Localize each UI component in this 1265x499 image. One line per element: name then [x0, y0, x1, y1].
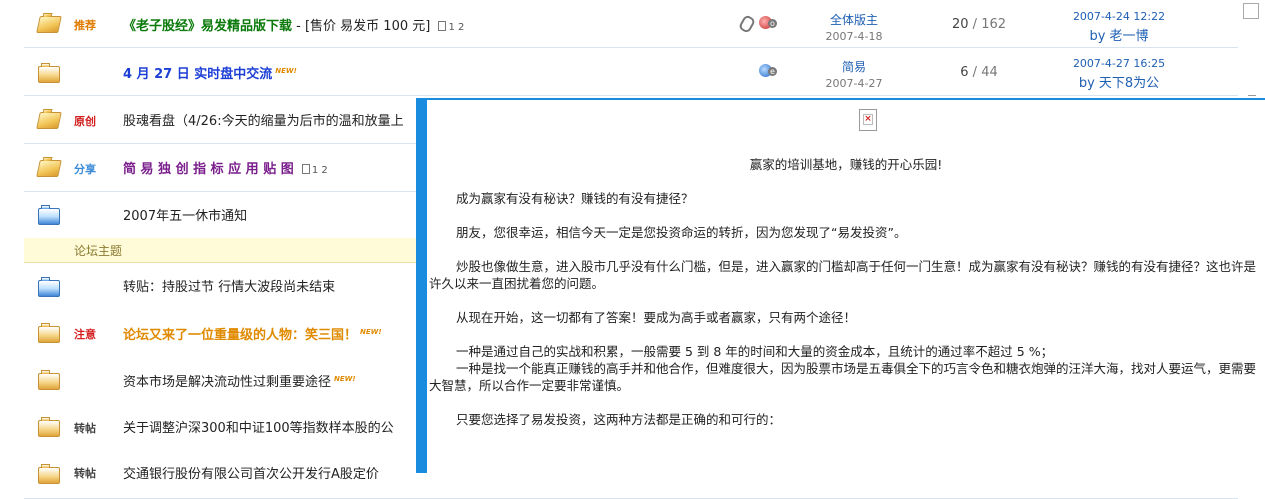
page-icon	[438, 21, 447, 31]
topic-badge: 分享	[74, 163, 96, 176]
topic-title[interactable]: 简 易 独 创 指 标 应 用 贴 图 1 2	[123, 158, 328, 177]
popup-text: 赢家的培训基地，赚钱的开心乐园! 成为赢家有没有秘诀？赚钱的有没有捷径？ 朋友，…	[429, 156, 1263, 445]
topic-title[interactable]: 关于调整沪深300和中证100等指数样本股的公	[123, 417, 394, 436]
topic-title[interactable]: 《老子股经》易发精品版下载 - [售价 易发币 100 元] 1 2	[123, 15, 464, 34]
popup-headline: 赢家的培训基地，赚钱的开心乐园!	[749, 157, 943, 172]
topic-badge: 注意	[74, 328, 96, 341]
page-links[interactable]: 1 2	[301, 164, 328, 176]
checkbox-icon[interactable]	[1243, 3, 1259, 19]
folder-icon	[38, 323, 60, 343]
topic-row[interactable]: 推荐 《老子股经》易发精品版下载 - [售价 易发币 100 元] 1 2 o …	[24, 0, 1238, 48]
hot-folder-icon	[36, 109, 62, 129]
topic-row[interactable]: 4 月 27 日 实时盘中交流 NEW! e 简易 2007-4-27 6 / 44…	[24, 48, 1238, 96]
dash-icon	[1248, 95, 1256, 96]
folder-icon	[38, 464, 60, 484]
topic-title[interactable]: 2007年五一休市通知	[123, 205, 247, 224]
ad-popup: × 赢家的培训基地，赚钱的开心乐园! 成为赢家有没有秘诀？赚钱的有没有捷径？ 朋…	[416, 98, 1265, 473]
last-post[interactable]: 2007-4-24 12:22 by 老一博	[1064, 10, 1174, 44]
last-post[interactable]: 2007-4-27 16:25 by 天下8为公	[1064, 57, 1174, 91]
reply-view-count: 6 / 44	[960, 65, 998, 80]
hot-folder-icon	[36, 13, 62, 33]
topic-author[interactable]: 简易 2007-4-27	[804, 58, 904, 90]
popup-paragraph: 一种是找一个能真正赚钱的高手并和他合作，但难度很大，因为股票市场是五毒俱全下的巧…	[429, 361, 1257, 393]
popup-paragraph: 从现在开始，这一切都有了答案！要成为高手或者赢家，只有两个途径！	[456, 310, 857, 325]
topic-title[interactable]: 4 月 27 日 实时盘中交流 NEW!	[123, 63, 297, 82]
popup-paragraph: 成为赢家有没有秘诀？赚钱的有没有捷径？	[456, 191, 694, 206]
topic-badge: 推荐	[74, 19, 96, 32]
topic-title[interactable]: 资本市场是解决流动性过剩重要途径 NEW!	[123, 371, 356, 390]
popup-paragraph: 只要您选择了易发投资，这两种方法都是正确的和可行的：	[456, 412, 782, 427]
attachment-icon	[737, 14, 757, 34]
reply-view-count: 20 / 162	[951, 17, 1007, 32]
folder-icon	[38, 277, 60, 297]
topic-author[interactable]: 全体版主 2007-4-18	[804, 11, 904, 43]
page-links[interactable]: 1 2	[438, 21, 464, 33]
close-button[interactable]: ×	[859, 109, 877, 131]
pinned-folder-icon	[38, 205, 60, 225]
new-badge: NEW!	[275, 66, 297, 75]
page-icon	[301, 164, 310, 174]
popup-paragraph: 一种是通过自己的实战和积累，一般需要 5 到 8 年的时间和大量的资金成本，且统…	[456, 344, 1054, 359]
popup-paragraph: 朋友，您很幸运，相信今天一定是您投资命运的转折，因为您发现了“易发投资”。	[456, 225, 907, 240]
topic-badge: 原创	[74, 115, 96, 128]
new-badge: NEW!	[334, 374, 356, 383]
topic-title[interactable]: 转贴：持股过节 行情大波段尚未结束	[123, 276, 335, 295]
mood-icon: o	[759, 16, 777, 29]
folder-icon	[38, 63, 60, 83]
topic-badge: 转帖	[74, 467, 96, 480]
popup-paragraph: 炒股也像做生意，进入股市几乎没有什么门槛，但是，进入赢家的门槛却高于任何一门生意…	[429, 259, 1257, 291]
folder-icon	[38, 417, 60, 437]
mood-icon: e	[759, 64, 777, 77]
topic-title[interactable]: 论坛又来了一位重量级的人物：笑三国！ NEW!	[123, 324, 382, 343]
hot-folder-icon	[36, 157, 62, 177]
topic-title[interactable]: 股魂看盘（4/26:今天的缩量为后市的温和放量上	[123, 110, 404, 129]
new-badge: NEW!	[360, 327, 382, 336]
close-icon: ×	[863, 114, 873, 125]
folder-icon	[38, 370, 60, 390]
topic-badge: 转帖	[74, 422, 96, 435]
